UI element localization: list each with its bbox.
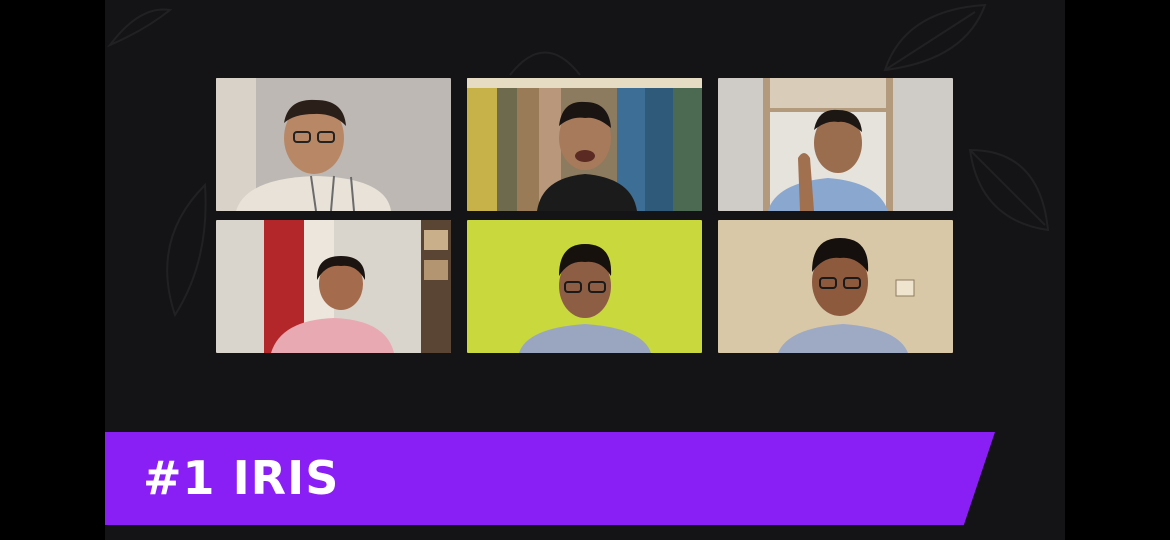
video-call-stage: #1 IRIS xyxy=(105,0,1065,540)
banner-title: #1 IRIS xyxy=(143,451,340,505)
leaf-decoration-icon xyxy=(166,182,207,318)
participant-video-tile[interactable] xyxy=(216,220,451,353)
participant-video-feed xyxy=(718,78,953,211)
participant-video-tile[interactable] xyxy=(467,220,702,353)
participant-video-feed xyxy=(216,220,451,353)
participant-video-feed xyxy=(467,220,702,353)
participant-video-tile[interactable] xyxy=(467,78,702,211)
leaf-decoration-icon xyxy=(968,148,1050,232)
participant-video-feed xyxy=(216,78,451,211)
participant-video-feed xyxy=(467,78,702,211)
leaf-decoration-icon xyxy=(509,51,581,76)
participant-video-feed xyxy=(718,220,953,353)
title-banner: #1 IRIS xyxy=(105,432,995,525)
participant-video-tile[interactable] xyxy=(718,220,953,353)
leaf-decoration-icon xyxy=(106,8,173,48)
participant-video-tile[interactable] xyxy=(718,78,953,211)
leaf-decoration-icon xyxy=(883,3,987,72)
participant-video-tile[interactable] xyxy=(216,78,451,211)
